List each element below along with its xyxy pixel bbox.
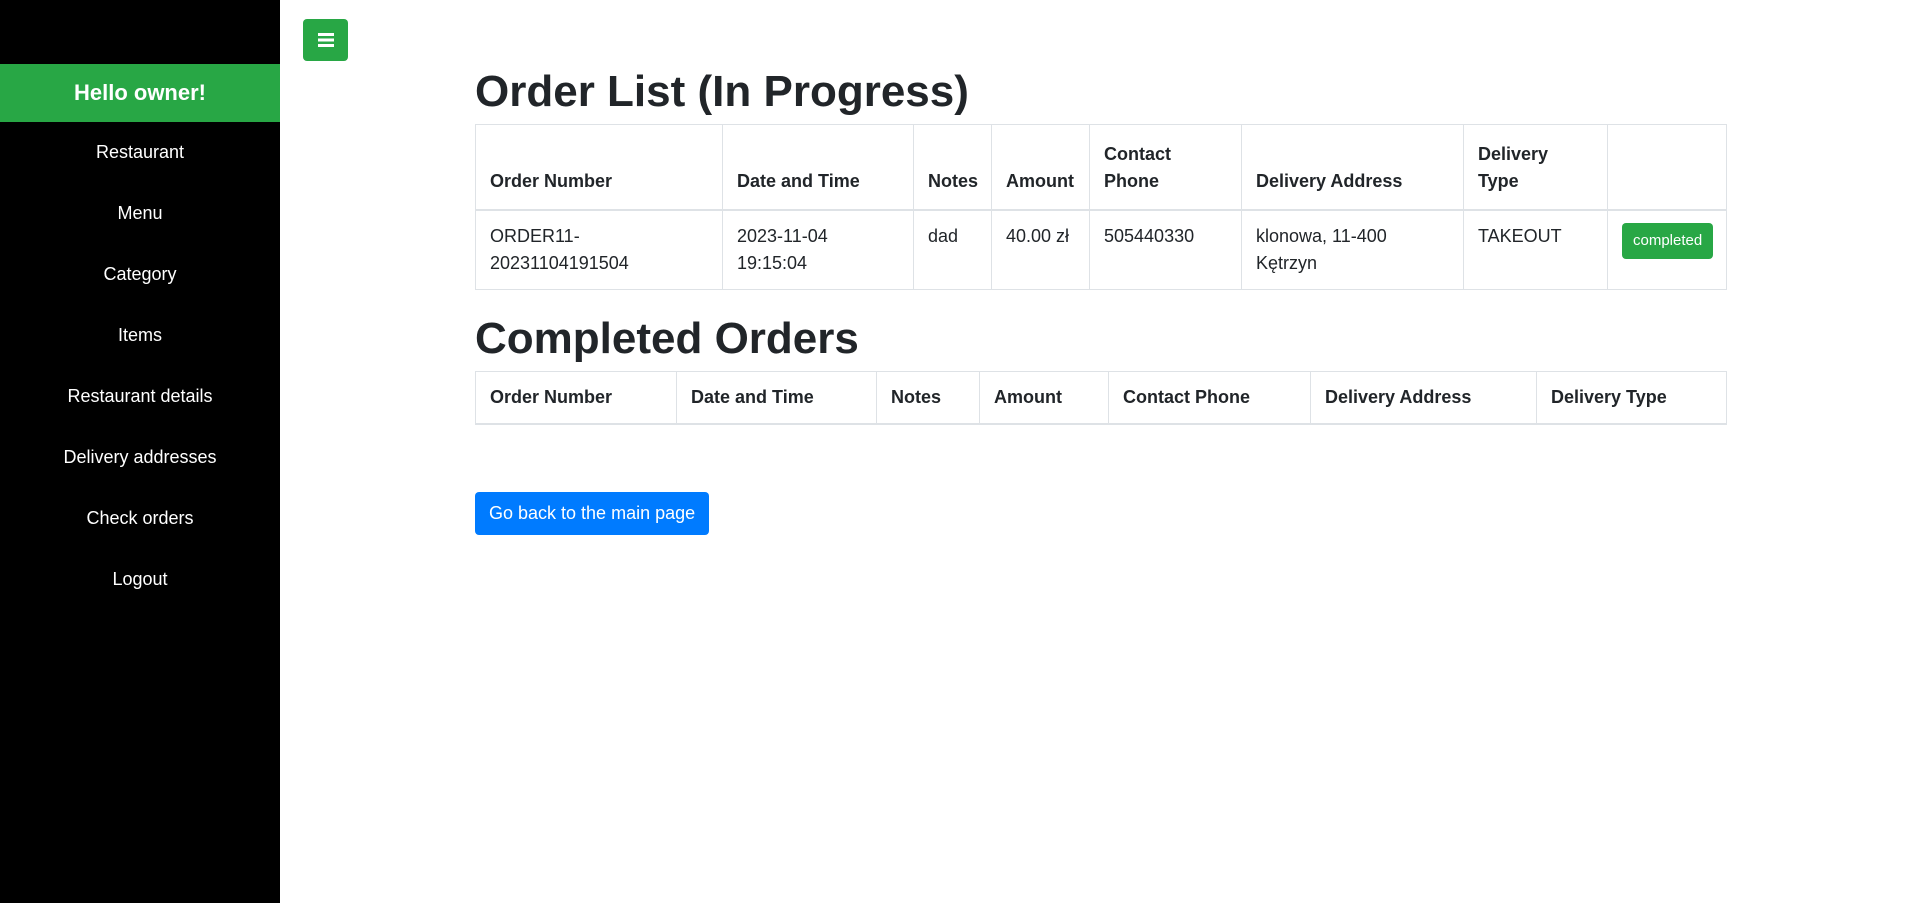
sidebar: Hello owner! Restaurant Menu Category It… bbox=[0, 0, 280, 903]
order-number-cell: ORDER11-20231104191504 bbox=[475, 209, 723, 290]
completed-table: Order Number Date and Time Notes Amount … bbox=[475, 371, 1727, 425]
sidebar-item-restaurant[interactable]: Restaurant bbox=[0, 122, 280, 183]
sidebar-item-category[interactable]: Category bbox=[0, 244, 280, 305]
sidebar-item-items[interactable]: Items bbox=[0, 305, 280, 366]
table-header-row: Order Number Date and Time Notes Amount … bbox=[475, 371, 1727, 425]
col-header-action bbox=[1607, 124, 1727, 211]
col-header-amount: Amount bbox=[979, 371, 1109, 425]
address-cell: klonowa, 11-400 Kętrzyn bbox=[1241, 209, 1464, 290]
delivery-type-cell: TAKEOUT bbox=[1463, 209, 1608, 290]
back-to-main-button[interactable]: Go back to the main page bbox=[475, 492, 710, 535]
mark-completed-button[interactable]: completed bbox=[1622, 223, 1714, 259]
col-header-notes: Notes bbox=[913, 124, 992, 211]
sidebar-item-delivery-addresses[interactable]: Delivery addresses bbox=[0, 427, 280, 488]
action-cell: completed bbox=[1607, 209, 1727, 290]
notes-cell: dad bbox=[913, 209, 992, 290]
completed-title: Completed Orders bbox=[475, 314, 859, 363]
sidebar-toggle-button[interactable] bbox=[303, 19, 348, 61]
col-header-date-time: Date and Time bbox=[722, 124, 914, 211]
col-header-delivery-type: Delivery Type bbox=[1463, 124, 1608, 211]
sidebar-item-restaurant-details[interactable]: Restaurant details bbox=[0, 366, 280, 427]
col-header-delivery-address: Delivery Address bbox=[1241, 124, 1464, 211]
table-header-row: Order Number Date and Time Notes Amount … bbox=[475, 124, 1727, 211]
date-time-cell: 2023-11-04 19:15:04 bbox=[722, 209, 914, 290]
sidebar-item-logout[interactable]: Logout bbox=[0, 549, 280, 610]
col-header-delivery-address: Delivery Address bbox=[1310, 371, 1537, 425]
col-header-date-time: Date and Time bbox=[676, 371, 877, 425]
col-header-delivery-type: Delivery Type bbox=[1536, 371, 1727, 425]
col-header-contact-phone: Contact Phone bbox=[1108, 371, 1311, 425]
col-header-contact-phone: Contact Phone bbox=[1089, 124, 1242, 211]
in-progress-table: Order Number Date and Time Notes Amount … bbox=[475, 124, 1727, 290]
sidebar-greeting: Hello owner! bbox=[0, 64, 280, 122]
table-row: ORDER11-20231104191504 2023-11-04 19:15:… bbox=[475, 209, 1727, 290]
phone-cell: 505440330 bbox=[1089, 209, 1242, 290]
col-header-order-number: Order Number bbox=[475, 124, 723, 211]
amount-cell: 40.00 zł bbox=[991, 209, 1090, 290]
col-header-notes: Notes bbox=[876, 371, 980, 425]
sidebar-nav: Restaurant Menu Category Items Restauran… bbox=[0, 122, 280, 610]
sidebar-item-menu[interactable]: Menu bbox=[0, 183, 280, 244]
in-progress-title: Order List (In Progress) bbox=[475, 67, 969, 116]
col-header-order-number: Order Number bbox=[475, 371, 677, 425]
hamburger-icon bbox=[317, 33, 334, 47]
sidebar-item-check-orders[interactable]: Check orders bbox=[0, 488, 280, 549]
col-header-amount: Amount bbox=[991, 124, 1090, 211]
